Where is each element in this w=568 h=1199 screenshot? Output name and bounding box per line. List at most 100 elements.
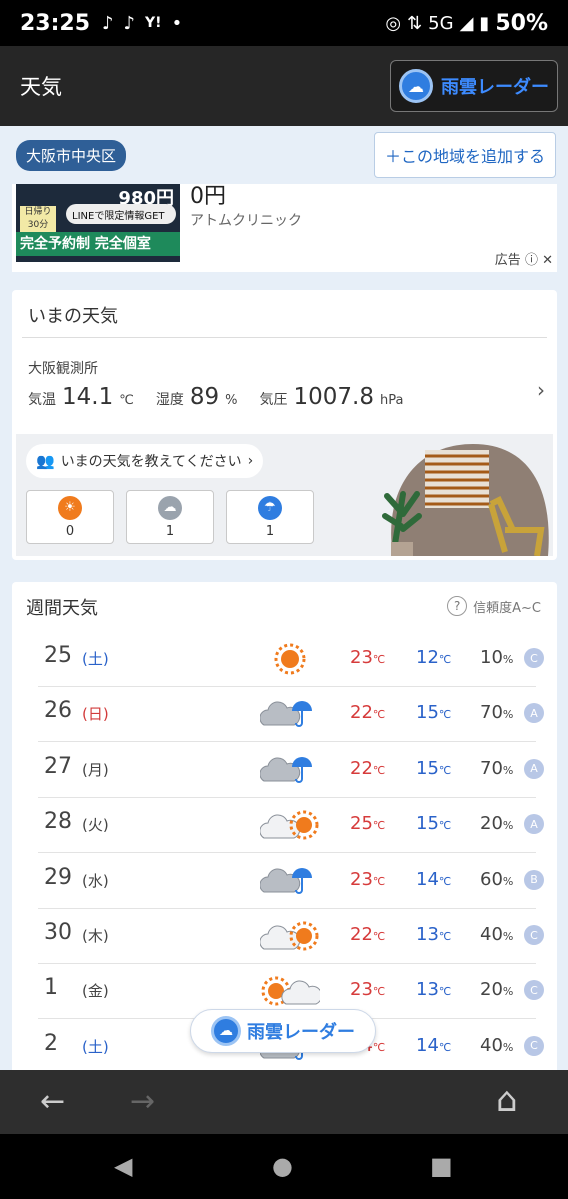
forecast-weekday: (火): [82, 816, 109, 835]
forecast-low-temp: 13℃: [416, 924, 452, 945]
forecast-high-temp: 23℃: [350, 868, 386, 890]
ad-label-text: 広告: [494, 253, 521, 268]
forecast-row[interactable]: 28 (火) 25℃ 15℃ 20% A: [38, 798, 544, 854]
close-icon[interactable]: ✕: [542, 253, 553, 268]
forecast-day: 28: [44, 809, 72, 835]
humidity-value: 89: [189, 384, 220, 410]
forecast-low-temp: 13℃: [416, 979, 452, 1001]
reliability-grade: C: [524, 648, 544, 668]
sun-cloud-icon: [261, 976, 320, 1006]
forecast-precip-chance: 70%: [480, 757, 514, 779]
add-location-button[interactable]: ＋この地域を追加する: [373, 132, 556, 178]
system-nav-bar: ◀ ● ■: [0, 1134, 568, 1199]
forecast-day: 27: [44, 753, 72, 779]
ad-banner[interactable]: 980円 日帰り 30分 LINEで限定情報GET 完全予約制 完全個室 0円 …: [12, 184, 557, 272]
hotspot-icon: ◎: [385, 12, 402, 34]
forecast-day: 25: [44, 643, 72, 668]
ad-banner-text: 完全予約制 完全個室: [16, 232, 180, 256]
floating-rain-radar-button[interactable]: ☁ 雨雲レーダー: [190, 1009, 376, 1053]
forecast-row[interactable]: 25 (土) 23℃ 12℃ 10% C: [38, 632, 544, 687]
dot-icon: •: [171, 12, 183, 34]
home-icon[interactable]: ⌂: [496, 1080, 518, 1120]
forecast-day: 30: [44, 920, 72, 945]
forecast-row[interactable]: 29 (水) 23℃ 14℃ 60% B: [38, 854, 544, 909]
ad-sponsor: アトムクリニック: [190, 213, 302, 229]
report-weather-button[interactable]: 👥 いまの天気を教えてください ›: [26, 444, 264, 478]
divider: [22, 337, 547, 338]
forecast-low-temp: 14℃: [416, 1034, 452, 1056]
pressure-unit: hPa: [379, 393, 404, 408]
rain-radar-label: 雨雲レーダー: [441, 77, 549, 98]
forecast-low-temp: 14℃: [416, 868, 452, 890]
vote-rainy-button[interactable]: ☂ 1: [226, 490, 314, 544]
forecast-day: 2: [44, 1030, 58, 1056]
forecast-row[interactable]: 26 (日) 22℃ 15℃ 70% A: [38, 687, 544, 743]
chevron-right-icon: ›: [247, 453, 254, 469]
forecast-precip-chance: 20%: [480, 813, 514, 835]
station-name[interactable]: 大阪観測所: [28, 358, 98, 378]
reliability-help[interactable]: ? 信頼度A~C: [447, 596, 541, 616]
forecast-low-temp: 15℃: [416, 702, 452, 724]
forecast-precip-chance: 60%: [480, 868, 514, 890]
vote-sunny-button[interactable]: ☀ 0: [26, 490, 114, 544]
chevron-right-icon[interactable]: ›: [537, 378, 545, 402]
forecast-weekday: (土): [82, 1037, 109, 1056]
notification-icons: ♪ ♪ Y! •: [102, 13, 182, 34]
forecast-day: 1: [44, 975, 58, 1001]
system-recents-icon[interactable]: ■: [430, 1152, 453, 1180]
sun-icon: ☀: [58, 495, 82, 520]
ad-line-badge: LINEで限定情報GET: [66, 204, 176, 224]
radar-icon: ☁: [399, 69, 433, 103]
ad-headline[interactable]: 0円: [190, 178, 226, 210]
cloud-rain-icon: [260, 701, 312, 728]
location-badge[interactable]: 大阪市中央区: [16, 139, 127, 171]
forecast-row[interactable]: 27 (月) 22℃ 15℃ 70% A: [38, 743, 544, 798]
info-icon[interactable]: ⓘ: [525, 253, 538, 268]
battery-level: 50%: [495, 10, 548, 36]
vote-cloudy-button[interactable]: ☁ 1: [126, 490, 214, 544]
system-back-icon[interactable]: ◀: [114, 1152, 132, 1180]
humidity-label: 湿度: [155, 392, 184, 408]
data-arrows-icon: ⇅: [407, 12, 423, 34]
cloud-rain-icon: [260, 756, 312, 783]
reliability-grade: A: [524, 758, 544, 779]
forecast-weekday: (土): [82, 650, 109, 668]
rain-radar-button[interactable]: ☁ 雨雲レーダー: [390, 60, 558, 112]
reliability-grade: C: [524, 925, 544, 945]
radar-icon: ☁: [211, 1016, 241, 1046]
observation-values[interactable]: 気温 14.1 ℃ 湿度 89 % 気圧 1007.8 hPa: [28, 384, 403, 410]
pressure-label: 気圧: [259, 392, 288, 408]
battery-icon: ▮: [479, 12, 490, 34]
forecast-weekday: (金): [82, 982, 109, 1001]
weekly-forecast-card: 週間天気 ? 信頼度A~C 25 (土) 23℃ 12℃ 10% C 26 (日) 22℃ 15℃…: [12, 582, 557, 1082]
location-row: 大阪市中央区 ＋この地域を追加する: [0, 126, 568, 184]
clock: 23:25: [20, 10, 91, 36]
forward-arrow-icon[interactable]: →: [130, 1084, 155, 1119]
umbrella-icon: ☂: [258, 495, 282, 520]
cloud-sun-icon: [260, 810, 319, 840]
cloud-rain-icon: [260, 867, 312, 894]
current-weather-title: いまの天気: [28, 306, 118, 327]
reliability-grade: A: [524, 703, 544, 724]
weather-report-poll: 👥 いまの天気を教えてください › ☀ 0 ☁ 1 ☂ 1: [16, 434, 553, 556]
forecast-precip-chance: 40%: [480, 924, 514, 945]
forecast-row[interactable]: 30 (木) 22℃ 13℃ 40% C: [38, 909, 544, 964]
forecast-weekday: (日): [82, 705, 109, 724]
forecast-low-temp: 12℃: [416, 647, 452, 668]
forecast-weekday: (月): [82, 760, 109, 779]
floating-radar-label: 雨雲レーダー: [247, 1022, 355, 1043]
forecast-low-temp: 15℃: [416, 813, 452, 835]
ad-label[interactable]: 広告 ⓘ ✕: [495, 249, 553, 268]
forecast-day: 29: [44, 864, 72, 890]
system-home-icon[interactable]: ●: [272, 1152, 293, 1180]
status-bar: 23:25 ♪ ♪ Y! • ◎ ⇅ 5G ◢ ▮ 50%: [0, 0, 568, 46]
forecast-high-temp: 23℃: [350, 979, 386, 1001]
back-arrow-icon[interactable]: ←: [40, 1084, 65, 1119]
help-icon[interactable]: ?: [447, 596, 468, 616]
yahoo-icon: Y!: [145, 15, 162, 31]
page-title: 天気: [20, 75, 62, 99]
forecast-precip-chance: 10%: [480, 647, 514, 668]
ad-image[interactable]: 980円 日帰り 30分 LINEで限定情報GET 完全予約制 完全個室: [16, 184, 180, 262]
temp-unit: ℃: [119, 393, 134, 408]
forecast-weekday: (木): [82, 927, 109, 945]
